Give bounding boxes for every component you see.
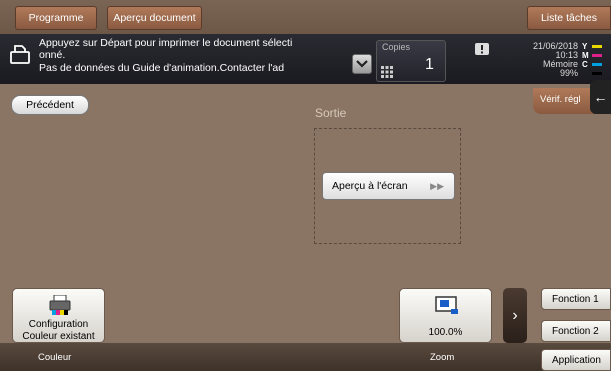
programme-button[interactable]: Programme [15,6,97,30]
message-line-3: Pas de données du Guide d'animation.Cont… [39,62,285,74]
memory-value: 99% [559,68,578,78]
warning-icon[interactable] [475,43,489,55]
zoom-label: Zoom [430,352,455,363]
apercu-document-button[interactable]: Aperçu document [107,6,202,30]
zoom-value: 100.0% [428,327,463,338]
copies-value: 1 [425,56,434,73]
toner-level-yellow [592,45,602,48]
toner-level-magenta [592,54,602,57]
chevron-right-icon: › [512,307,518,324]
tab-fonction-1[interactable]: Fonction 1 [541,288,611,310]
liste-taches-button[interactable]: Liste tâches [527,6,611,30]
bottom-bar [0,343,611,371]
toner-level-black [592,72,602,75]
zoom-icon [435,296,458,314]
couleur-tile[interactable]: Configuration Couleur existant [12,288,105,343]
zoom-tile[interactable]: 100.0% [399,288,492,343]
double-chevron-right-icon: ▶▶ [430,181,444,191]
apercu-ecran-button[interactable]: Aperçu à l'écran ▶▶ [322,172,455,200]
message-line-2: onné. [39,49,66,61]
apercu-ecran-label: Aperçu à l'écran [332,180,408,192]
precedent-button[interactable]: Précédent [11,95,89,115]
printer-icon [10,45,30,64]
next-page-button[interactable]: › [503,288,527,343]
color-printer-icon [49,295,71,315]
chevron-down-icon [356,60,368,68]
couleur-label: Couleur [38,352,72,363]
toner-level-cyan [592,63,602,66]
couleur-line-2: Couleur existant [22,331,95,342]
message-expand-button[interactable] [352,54,372,74]
couleur-line-1: Configuration [28,319,89,330]
keypad-icon [381,66,393,78]
tab-fonction-2[interactable]: Fonction 2 [541,320,611,342]
message-line-1: Appuyez sur Départ pour imprimer le docu… [39,37,293,49]
toner-label-m: M [582,51,589,60]
side-panel-toggle[interactable]: ← [590,80,611,114]
tab-application[interactable]: Application [541,349,611,371]
toner-label-y: Y [582,42,588,51]
copies-label: Copies [382,42,411,52]
toner-label-c: C [582,60,588,69]
arrow-left-icon: ← [593,89,608,105]
sortie-label: Sortie [315,106,347,120]
